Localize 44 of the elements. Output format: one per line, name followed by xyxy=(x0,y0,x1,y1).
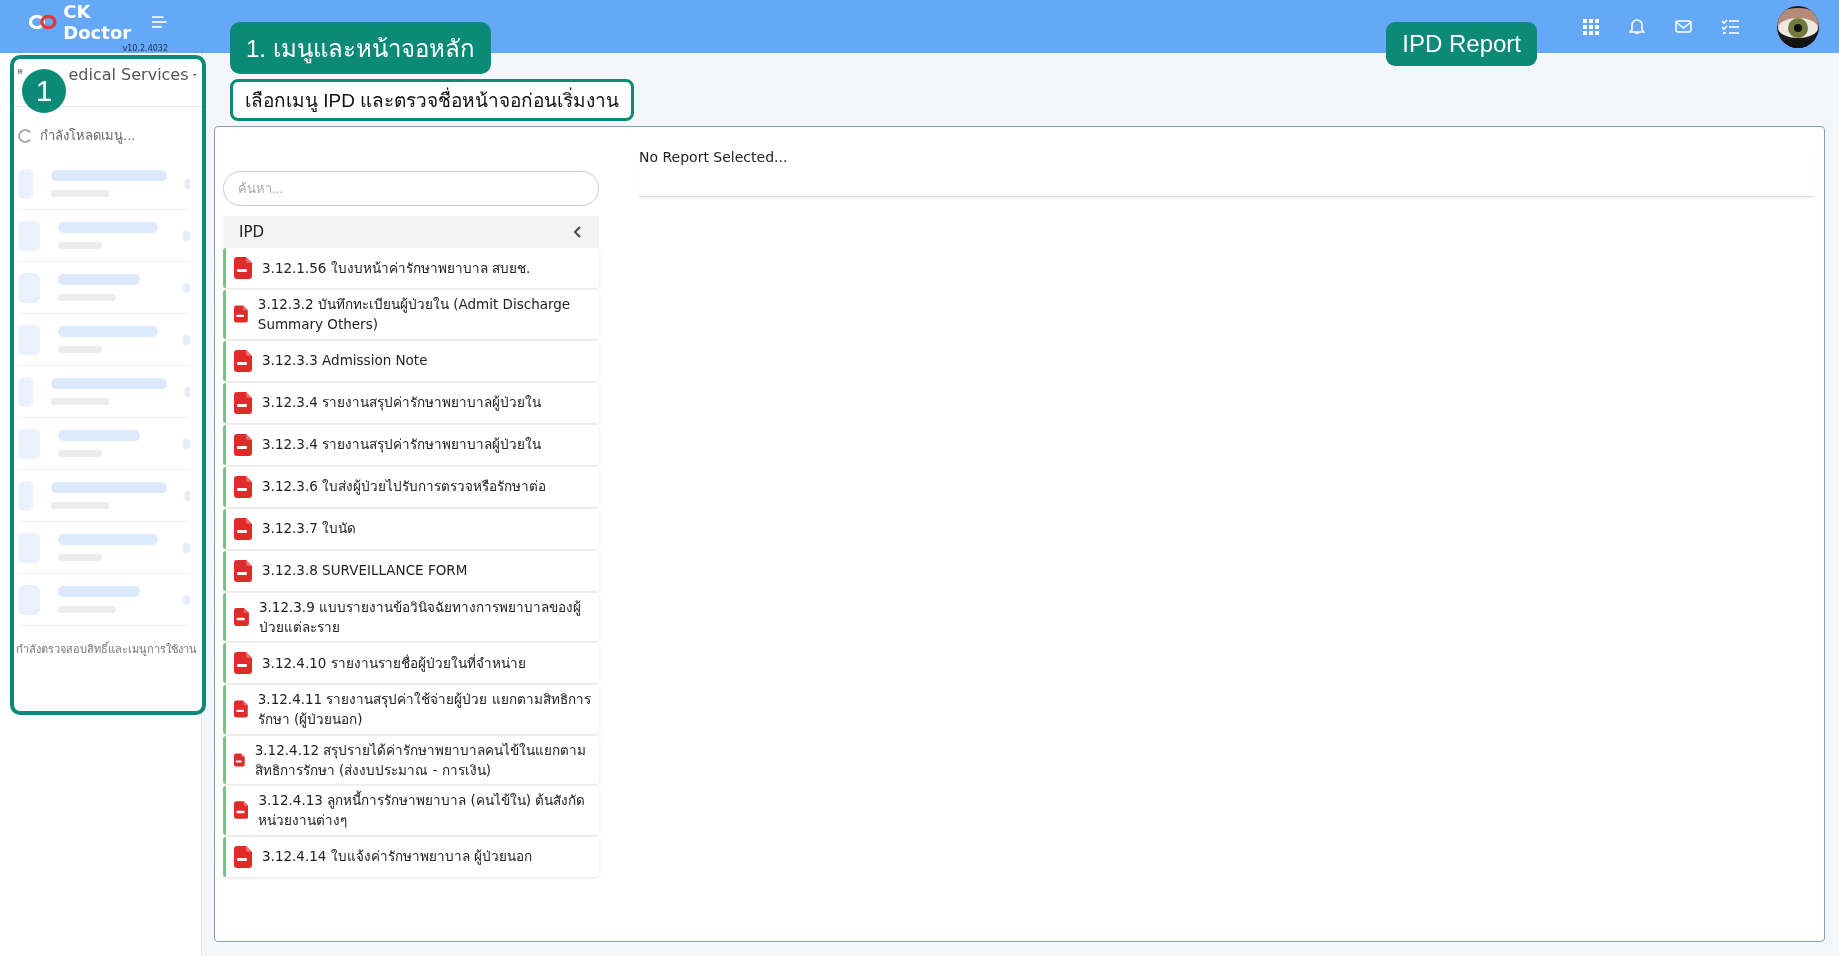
pdf-file-icon xyxy=(234,257,252,279)
group-header[interactable]: IPD xyxy=(223,216,599,248)
mail-icon[interactable] xyxy=(1675,20,1692,33)
module-title[interactable]: edical Services xyxy=(68,65,189,84)
bell-icon[interactable] xyxy=(1629,18,1645,35)
version-text: v10.2.4032 xyxy=(122,43,168,53)
report-item[interactable]: 3.12.4.14 ใบแจ้งค่ารักษาพยาบาล ผู้ป่วยนอก xyxy=(223,836,599,877)
loading-text: กำลังโหลดเมนู... xyxy=(40,127,136,146)
report-item[interactable]: 3.12.4.11 รายงานสรุปค่าใช้จ่ายผู้ป่วย แยกตามสิทธิการรักษา (ผู้ป่วยนอก) xyxy=(223,685,599,734)
pdf-file-icon xyxy=(234,517,252,540)
spinner-icon xyxy=(18,128,32,143)
report-item[interactable]: 3.12.1.56 ใบงบหน้าค่ารักษาพยาบาล สบยช. xyxy=(223,248,599,288)
pdf-file-icon xyxy=(234,799,249,822)
callout-title: 1. เมนูและหน้าจอหลัก xyxy=(230,22,491,74)
report-item[interactable]: 3.12.3.7 ใบนัด xyxy=(223,508,599,549)
report-item[interactable]: 3.12.4.13 ลูกหนี้การรักษาพยาบาล (คนไข้ใน) ต้นสังกัดหน่วยงานต่างๆ xyxy=(223,786,599,835)
checklist-icon[interactable] xyxy=(1722,19,1739,34)
report-item[interactable]: 3.12.4.10 รายงานรายชื่อผู้ป่วยในที่จำหน่าย xyxy=(223,643,599,683)
empty-message: No Report Selected... xyxy=(639,149,788,165)
report-item[interactable]: 3.12.3.8 SURVEILLANCE FORM xyxy=(223,550,599,591)
pdf-file-icon xyxy=(234,475,252,498)
menu-icon[interactable] xyxy=(151,13,168,30)
report-item[interactable]: 3.12.3.4 รายงานสรุปค่ารักษาพยาบาลผู้ป่วยใน xyxy=(223,382,599,423)
report-item[interactable]: 3.12.3.3 Admission Note xyxy=(223,340,599,381)
apps-grid-icon[interactable] xyxy=(1583,18,1599,35)
pdf-file-icon xyxy=(234,349,252,372)
status-text: กำลังตรวจสอบสิทธิ์และเมนูการใช้งาน xyxy=(15,640,198,658)
pdf-file-icon xyxy=(234,433,252,456)
report-item[interactable]: 3.12.3.2 บันทึกทะเบียนผู้ป่วยใน (Admit Discharge Summary Others) xyxy=(223,290,599,339)
report-item[interactable]: 3.12.3.9 แบบรายงานข้อวินิจฉัยทางการพยาบาลของผู้ป่วยแต่ละราย xyxy=(223,592,599,641)
search-field[interactable]: ค้นหา... xyxy=(223,171,599,206)
group-label: IPD xyxy=(239,223,265,241)
pdf-file-icon xyxy=(234,391,252,414)
pdf-file-icon xyxy=(234,559,252,582)
report-item[interactable]: 3.12.4.12 สรุปรายได้ค่ารักษาพยาบาลคนไข้ในแยกตามสิทธิการรักษา (ส่งงบประมาณ - การเงิน) xyxy=(223,735,599,784)
pdf-file-icon xyxy=(234,605,249,628)
app-logo-text: CK Doctor xyxy=(63,0,133,43)
step-badge: 1 xyxy=(22,69,66,113)
pdf-file-icon xyxy=(234,845,252,868)
page-label: IPD Report xyxy=(1386,22,1537,66)
report-item[interactable]: 3.12.3.4 รายงานสรุปค่ารักษาพยาบาลผู้ป่วยใน xyxy=(223,424,599,465)
pdf-file-icon xyxy=(234,652,252,674)
report-item[interactable]: 3.12.3.6 ใบส่งผู้ป่วยไปรับการตรวจหรือรักษาต่อ xyxy=(223,466,599,507)
callout-instruction: เลือกเมนู IPD และตรวจชื่อหน้าจอก่อนเริ่มงาน xyxy=(230,79,635,121)
